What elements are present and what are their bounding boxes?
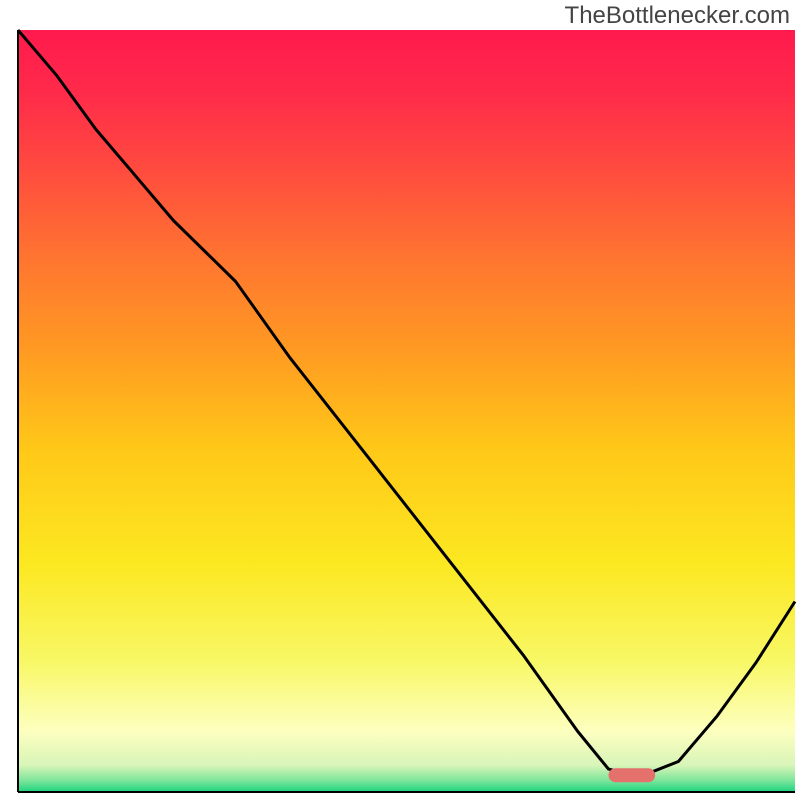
chart-root: TheBottlenecker.com	[0, 0, 800, 800]
watermark-label: TheBottlenecker.com	[565, 2, 790, 30]
optimal-region-marker	[609, 768, 656, 782]
bottleneck-chart	[0, 0, 800, 800]
gradient-background	[18, 30, 795, 792]
